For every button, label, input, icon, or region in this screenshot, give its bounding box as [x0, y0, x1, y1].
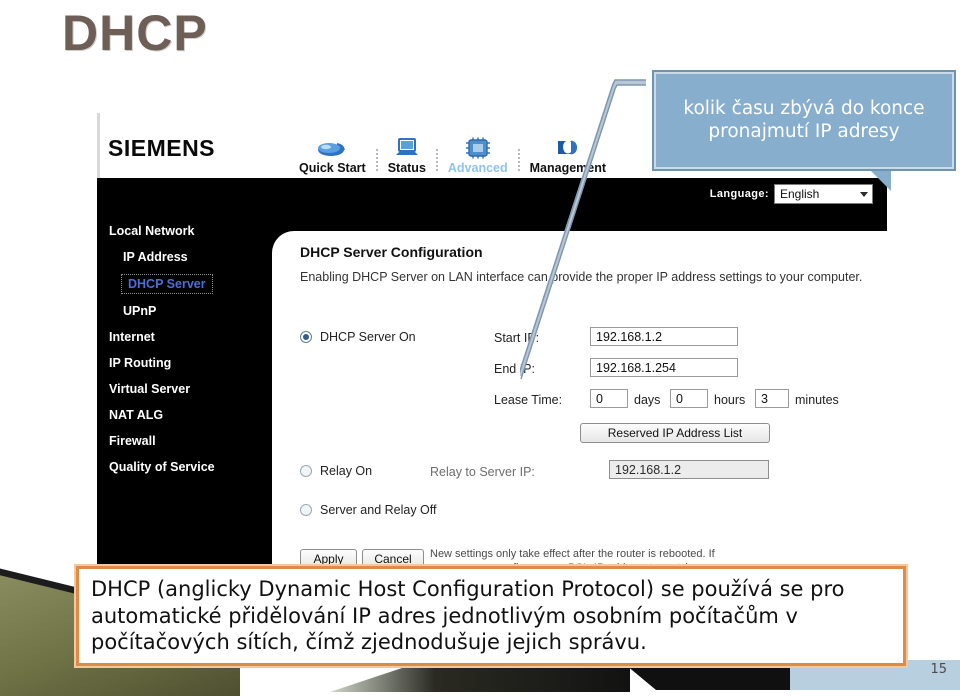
- radio-label: Relay On: [320, 464, 373, 478]
- tab-label: Quick Start: [299, 161, 366, 175]
- sidebar-item-dhcp-server[interactable]: DHCP Server: [121, 274, 213, 294]
- nav-separator: [435, 149, 438, 171]
- tab-label: Status: [387, 161, 426, 175]
- lease-days-input[interactable]: 0: [590, 389, 628, 408]
- lease-hours-unit: hours: [714, 393, 746, 407]
- decor-bottom-dark: [330, 662, 630, 692]
- chevron-down-icon: [860, 191, 868, 197]
- tab-label: Advanced: [447, 161, 508, 175]
- lease-days-unit: days: [634, 393, 661, 407]
- sidebar-item-virtual-server[interactable]: Virtual Server: [97, 376, 272, 402]
- radio-label: Server and Relay Off: [320, 503, 437, 517]
- sidebar-item-upnp[interactable]: UPnP: [97, 298, 272, 324]
- relay-server-ip-label: Relay to Server IP:: [430, 465, 535, 479]
- lease-hours-input[interactable]: 0: [670, 389, 708, 408]
- lease-minutes-input[interactable]: 3: [755, 389, 789, 408]
- router-sidebar: Local Network IP Address DHCP Server UPn…: [97, 210, 272, 576]
- language-value: English: [780, 187, 820, 201]
- caption-text: DHCP (anglicky Dynamic Host Configuratio…: [91, 576, 845, 655]
- nav-separator: [375, 149, 378, 171]
- laptop-icon: [393, 133, 421, 159]
- tab-quick-start[interactable]: Quick Start: [290, 119, 375, 175]
- caption-box: DHCP (anglicky Dynamic Host Configuratio…: [74, 564, 908, 668]
- language-label: Language:: [709, 188, 769, 200]
- language-select[interactable]: English: [774, 184, 873, 204]
- panel-heading: DHCP Server Configuration: [300, 244, 483, 260]
- router-screenshot: SIEMENS Quick Start Status Advanced Mana…: [97, 113, 887, 576]
- radio-dhcp-server-on[interactable]: DHCP Server On: [300, 330, 416, 344]
- page-number: 15: [930, 662, 947, 677]
- page-title: DHCP: [62, 5, 208, 61]
- sidebar-item-local-network[interactable]: Local Network: [97, 218, 272, 244]
- siemens-logo: SIEMENS: [108, 135, 216, 161]
- radio-indicator: [300, 331, 312, 343]
- lease-minutes-unit: minutes: [795, 393, 839, 407]
- tab-advanced[interactable]: Advanced: [439, 119, 517, 175]
- tab-status[interactable]: Status: [379, 119, 435, 175]
- sidebar-item-ip-address[interactable]: IP Address: [97, 244, 272, 270]
- lease-time-label: Lease Time:: [494, 393, 563, 407]
- callout-box: kolik času zbývá do konce pronajmutí IP …: [652, 70, 956, 171]
- language-selector-group: Language: English: [710, 184, 873, 204]
- radio-relay-on[interactable]: Relay On: [300, 464, 372, 478]
- radio-indicator: [300, 504, 312, 516]
- sidebar-item-firewall[interactable]: Firewall: [97, 428, 272, 454]
- sidebar-item-nat-alg[interactable]: NAT ALG: [97, 402, 272, 428]
- sidebar-item-ip-routing[interactable]: IP Routing: [97, 350, 272, 376]
- callout-leader-line: [517, 76, 650, 386]
- reserved-ip-list-button[interactable]: Reserved IP Address List: [580, 423, 770, 443]
- sidebar-item-quality-of-service[interactable]: Quality of Service: [97, 454, 272, 480]
- chip-icon: [465, 133, 491, 159]
- router-language-bar: Language: English: [97, 178, 887, 210]
- mouse-icon: [317, 133, 347, 159]
- radio-label: DHCP Server On: [320, 330, 416, 344]
- sidebar-item-internet[interactable]: Internet: [97, 324, 272, 350]
- relay-server-ip-input[interactable]: 192.168.1.2: [609, 460, 769, 479]
- callout-text: kolik času zbývá do konce pronajmutí IP …: [683, 97, 925, 142]
- radio-server-relay-off[interactable]: Server and Relay Off: [300, 503, 437, 517]
- radio-indicator: [300, 465, 312, 477]
